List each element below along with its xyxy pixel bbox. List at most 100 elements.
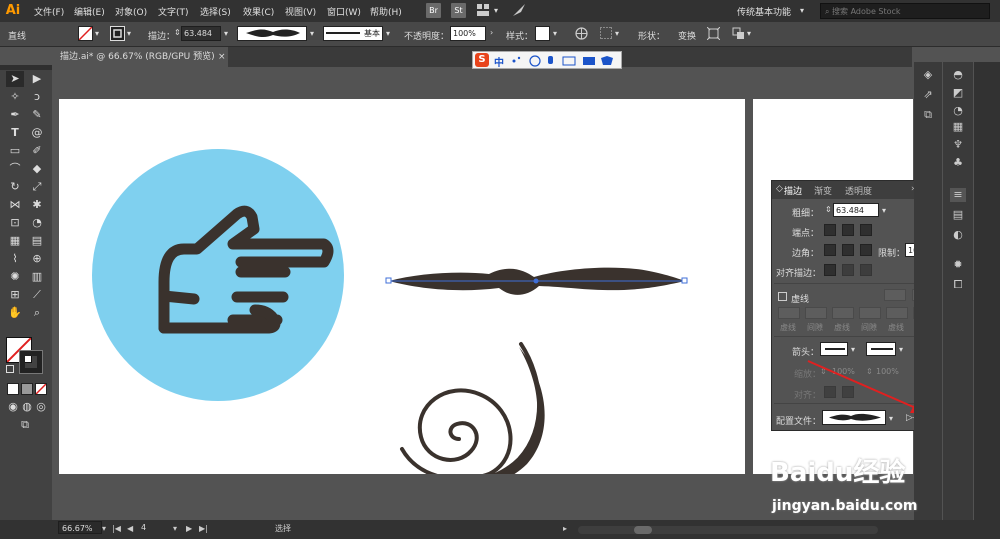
stepper-icon[interactable]: ⇕ (174, 28, 181, 37)
gradient-tool-icon[interactable]: ▤ (28, 233, 46, 249)
menu-object[interactable]: 对象(O) (115, 5, 147, 18)
image-trace-icon[interactable]: ✹ (950, 258, 966, 272)
menu-effect[interactable]: 效果(C) (243, 5, 274, 18)
eyedropper-tool-icon[interactable]: ⌇ (6, 251, 24, 267)
fill-swatch[interactable] (78, 26, 93, 41)
workspace-switcher[interactable]: 传统基本功能 (737, 5, 791, 18)
chevron-down-icon[interactable]: ▾ (882, 206, 886, 215)
horizontal-scrollbar[interactable] (578, 526, 878, 534)
weight-input[interactable]: 63.484 (833, 203, 879, 217)
none-mode-icon[interactable] (35, 383, 47, 395)
artboard[interactable] (59, 99, 745, 487)
menu-file[interactable]: 文件(F) (34, 5, 64, 18)
stepper-icon[interactable]: ⇕ (825, 205, 832, 214)
stroke-color-swatch[interactable] (19, 350, 43, 374)
recolor-artwork-icon[interactable] (575, 27, 588, 40)
previous-artboard-icon[interactable]: ◀ (127, 524, 133, 533)
chevron-right-icon[interactable]: › (490, 28, 493, 37)
dash-field[interactable] (886, 307, 908, 319)
free-transform-tool-icon[interactable]: ⊡ (6, 215, 24, 231)
align-inside-icon[interactable] (842, 264, 854, 276)
curvature-tool-icon[interactable]: ✎ (28, 107, 46, 123)
chevron-down-icon[interactable]: ▾ (102, 524, 106, 533)
menu-select[interactable]: 选择(S) (200, 5, 231, 18)
document-tab[interactable]: 描边.ai* @ 66.67% (RGB/GPU 预览) × (52, 47, 228, 67)
chevron-down-icon[interactable]: ▾ (851, 345, 855, 354)
menu-edit[interactable]: 编辑(E) (74, 5, 105, 18)
scrollbar-thumb[interactable] (634, 526, 652, 534)
screen-mode-icon[interactable]: ⧉ (16, 417, 34, 433)
artboard-tool-icon[interactable]: ⊞ (6, 287, 24, 303)
next-artboard-icon[interactable]: ▶ (186, 524, 192, 533)
round-cap-icon[interactable] (842, 224, 854, 236)
dash-field[interactable] (778, 307, 800, 319)
menu-text[interactable]: 文字(T) (158, 5, 189, 18)
chevron-down-icon[interactable]: ▾ (800, 6, 804, 15)
hand-tool-icon[interactable]: ✋ (6, 305, 24, 321)
gradient-panel-icon[interactable]: ▤ (950, 208, 966, 222)
direct-selection-tool-icon[interactable]: ▶ (28, 71, 46, 87)
end-arrowhead-select[interactable] (866, 342, 896, 356)
dashed-checkbox[interactable] (778, 292, 787, 301)
graphic-style-swatch[interactable] (535, 26, 550, 41)
chevron-down-icon[interactable]: ▾ (310, 29, 314, 38)
menu-window[interactable]: 窗口(W) (327, 5, 361, 18)
magic-wand-tool-icon[interactable]: ✧ (6, 89, 24, 105)
panel-collapse-icon[interactable]: ◇ (776, 184, 783, 194)
appearance-icon[interactable]: ◔ (950, 104, 966, 118)
draw-inside-icon[interactable]: ◎ (32, 399, 50, 415)
lasso-tool-icon[interactable]: ↄ (28, 89, 46, 105)
column-graph-tool-icon[interactable]: ▥ (28, 269, 46, 285)
menu-view[interactable]: 视图(V) (285, 5, 316, 18)
gpu-performance-icon[interactable] (512, 3, 526, 17)
stroke-swatch[interactable] (110, 26, 125, 41)
chevron-down-icon[interactable]: ▾ (224, 29, 228, 38)
bridge-button[interactable]: Br (426, 3, 441, 18)
gradient-mode-icon[interactable] (21, 383, 33, 395)
artboard-number[interactable]: 4 (141, 523, 146, 532)
shape-builder-tool-icon[interactable]: ◔ (28, 215, 46, 231)
rectangle-tool-icon[interactable]: ▭ (6, 143, 24, 159)
transform-button[interactable]: 变换 (678, 29, 696, 42)
arrange-icon[interactable] (732, 27, 745, 40)
start-arrowhead-select[interactable] (820, 342, 848, 356)
variable-width-profile[interactable] (237, 26, 307, 41)
gap-field[interactable] (805, 307, 827, 319)
dash-preserve-icon[interactable] (884, 289, 906, 301)
puppet-warp-tool-icon[interactable]: ✱ (28, 197, 46, 213)
blend-tool-icon[interactable]: ⊕ (28, 251, 46, 267)
status-menu-icon[interactable]: ▸ (563, 524, 567, 533)
chevron-down-icon[interactable]: ▾ (173, 524, 177, 533)
chevron-down-icon[interactable]: ▾ (127, 29, 131, 38)
align-center-icon[interactable] (824, 264, 836, 276)
tab-gradient[interactable]: 渐变 (814, 184, 832, 197)
align-icon[interactable] (599, 26, 613, 40)
shaper-tool-icon[interactable]: ⌒ (6, 161, 24, 177)
projecting-cap-icon[interactable] (860, 224, 872, 236)
width-tool-icon[interactable]: ⋈ (6, 197, 24, 213)
color-icon[interactable]: ◓ (950, 68, 966, 82)
rotate-tool-icon[interactable]: ↻ (6, 179, 24, 195)
swatches-icon[interactable]: ▦ (950, 120, 966, 134)
default-colors-icon[interactable] (6, 365, 14, 373)
artboards-icon[interactable]: ⧉ (920, 108, 936, 122)
zoom-level-field[interactable]: 66.67% (58, 521, 102, 534)
transparency-panel-icon[interactable]: ◐ (950, 228, 966, 242)
brushes-icon[interactable]: ♆ (950, 138, 966, 152)
miter-join-icon[interactable] (824, 244, 836, 256)
links-icon[interactable]: ⧠ (950, 278, 966, 292)
chevron-down-icon[interactable]: ▾ (553, 29, 557, 38)
ime-tools-icons[interactable] (511, 55, 617, 67)
ime-mode-label[interactable]: 中 (494, 54, 504, 69)
perspective-grid-tool-icon[interactable]: ▦ (6, 233, 24, 249)
dash-field[interactable] (832, 307, 854, 319)
pen-tool-icon[interactable]: ✒ (6, 107, 24, 123)
zoom-tool-icon[interactable]: ⌕ (28, 305, 46, 321)
round-join-icon[interactable] (842, 244, 854, 256)
selection-tool-icon[interactable]: ➤ (6, 71, 24, 87)
opacity-input[interactable]: 100% (450, 26, 486, 41)
stroke-weight-input[interactable]: 63.484 (181, 26, 221, 41)
chevron-down-icon[interactable]: ▾ (747, 29, 751, 38)
scale-tool-icon[interactable]: ⤢ (28, 179, 46, 195)
eraser-tool-icon[interactable]: ◆ (28, 161, 46, 177)
